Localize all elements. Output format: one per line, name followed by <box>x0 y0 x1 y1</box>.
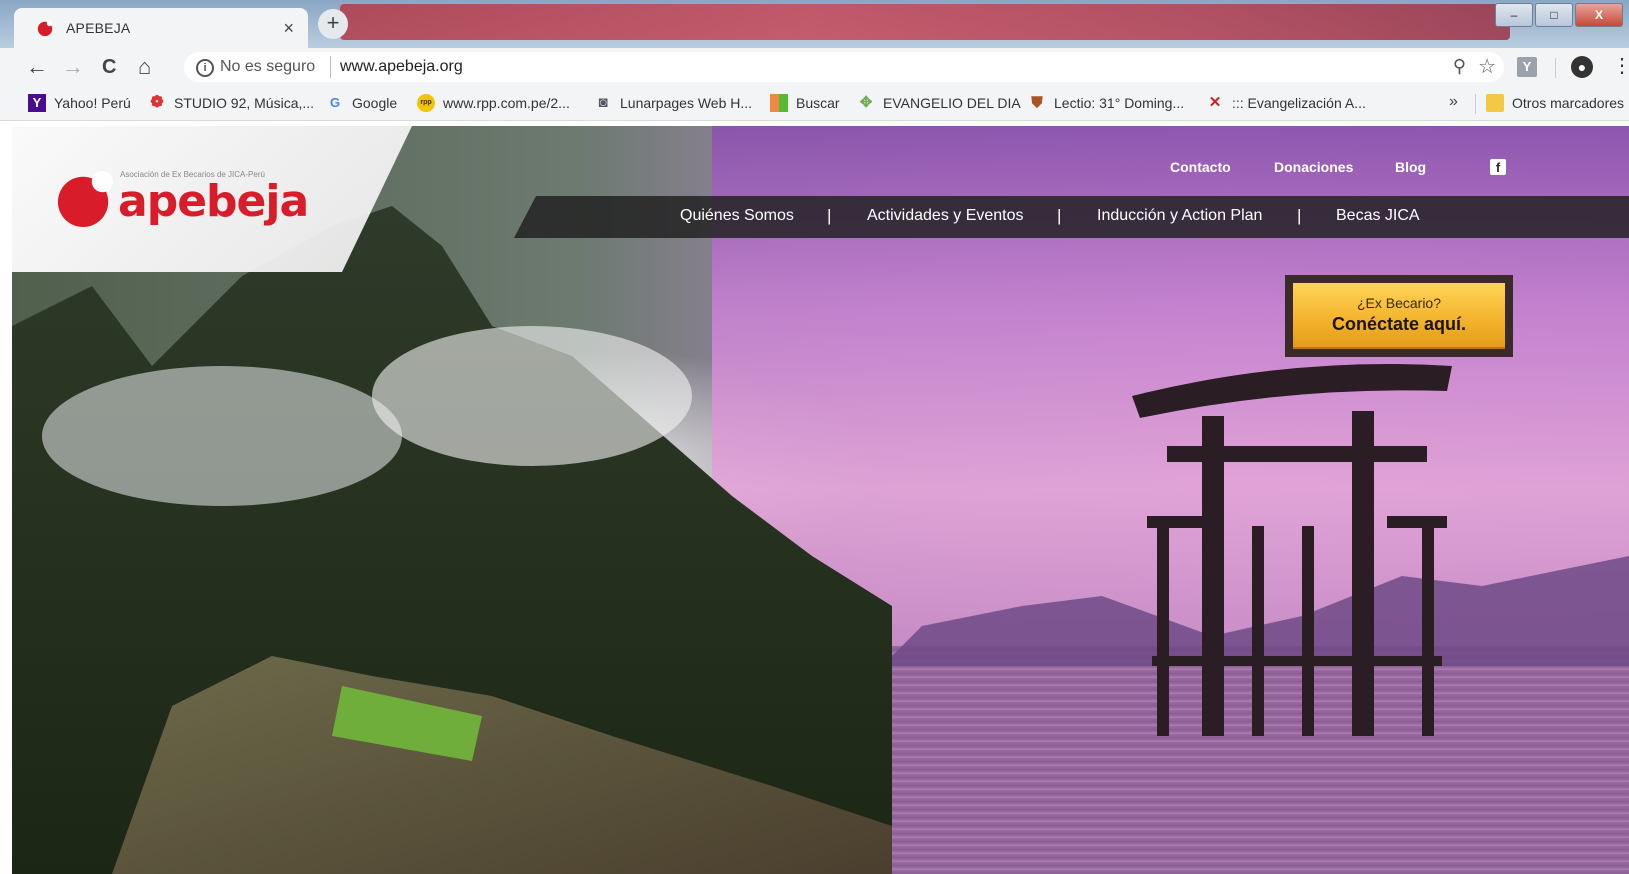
url-text[interactable]: www.apebeja.org <box>340 58 463 76</box>
security-label[interactable]: No es seguro <box>220 58 315 76</box>
cta-frame: ¿Ex Becario? Conéctate aquí. <box>1285 275 1513 357</box>
bookmark-lectio[interactable]: ⛊ Lectio: 31° Doming... <box>1028 94 1184 112</box>
bookmark-evangelizacion[interactable]: ✕ ::: Evangelización A... <box>1206 94 1366 112</box>
bookmark-other-folder[interactable]: Otros marcadores <box>1486 94 1624 112</box>
bookmark-label: Buscar <box>796 95 840 111</box>
main-nav: Quiénes Somos | Actividades y Eventos | … <box>514 196 1629 238</box>
toolbar-separator <box>1555 58 1556 78</box>
bookmark-rpp[interactable]: rpp www.rpp.com.pe/2... <box>417 94 570 112</box>
website-page: Asociación de Ex Becarios de JICA-Perú a… <box>12 126 1629 874</box>
nav-induccion-action-plan[interactable]: Inducción y Action Plan <box>1097 207 1262 225</box>
bookmark-lunarpages[interactable]: ◙ Lunarpages Web H... <box>594 94 752 112</box>
minimize-button[interactable]: – <box>1495 3 1533 27</box>
menu-kebab-icon[interactable]: ⋮ <box>1612 53 1629 78</box>
browser-tab[interactable]: APEBEJA × <box>14 8 308 48</box>
zoom-icon[interactable]: ⚲ <box>1453 56 1466 77</box>
hero-machu-picchu-image <box>12 206 892 874</box>
titlebar-highlight <box>340 4 1510 40</box>
new-tab-button[interactable]: + <box>318 9 348 39</box>
folder-icon <box>1486 94 1504 112</box>
shield-icon: ⛊ <box>1031 94 1043 111</box>
bookmark-evangelio[interactable]: ✥ EVANGELIO DEL DIA <box>857 94 1021 112</box>
bookmark-label: Lectio: 31° Doming... <box>1054 95 1185 111</box>
bookmark-label: Google <box>352 95 398 111</box>
studio92-icon: ❁ <box>150 94 164 111</box>
home-icon[interactable]: ⌂ <box>138 54 151 80</box>
close-window-button[interactable]: X <box>1575 3 1623 27</box>
bookmark-label: Lunarpages Web H... <box>620 95 753 111</box>
google-icon: G <box>329 95 341 110</box>
rpp-icon: rpp <box>417 94 435 112</box>
windows-icon <box>770 94 788 112</box>
cta-main-text: Conéctate aquí. <box>1331 314 1467 334</box>
info-icon[interactable]: i <box>196 59 214 77</box>
connect-here-button[interactable]: ¿Ex Becario? Conéctate aquí. <box>1293 283 1505 349</box>
account-icon[interactable]: ● <box>1571 56 1593 78</box>
bookmark-label: www.rpp.com.pe/2... <box>443 95 570 111</box>
nav-actividades-eventos[interactable]: Actividades y Eventos <box>867 207 1024 225</box>
bookmark-label: Otros marcadores <box>1512 95 1625 111</box>
nav-separator: | <box>827 206 832 225</box>
tab-close-icon[interactable]: × <box>283 18 294 39</box>
bookmarks-separator <box>1475 94 1476 114</box>
browser-titlebar: APEBEJA × + – □ X <box>0 0 1629 48</box>
cta-small-text: ¿Ex Becario? <box>1356 295 1442 311</box>
maximize-button[interactable]: □ <box>1535 3 1573 27</box>
bookmark-studio92[interactable]: ❁ STUDIO 92, Música,... <box>148 94 314 112</box>
reload-icon[interactable]: C <box>102 56 116 79</box>
link-blog[interactable]: Blog <box>1395 159 1426 175</box>
yahoo-icon: Y <box>28 94 46 112</box>
window-controls: – □ X <box>1495 3 1623 27</box>
forward-arrow-icon[interactable]: → <box>62 54 84 80</box>
bookmark-label: ::: Evangelización A... <box>1232 95 1366 111</box>
bookmark-label: EVANGELIO DEL DIA <box>883 95 1021 111</box>
yahoo-extension-icon[interactable]: Y <box>1517 57 1537 77</box>
link-donaciones[interactable]: Donaciones <box>1274 159 1353 175</box>
apebeja-favicon-icon <box>37 20 53 37</box>
nav-separator: | <box>1057 206 1062 225</box>
nav-quienes-somos[interactable]: Quiénes Somos <box>680 207 794 225</box>
link-contacto[interactable]: Contacto <box>1170 159 1231 175</box>
back-arrow-icon[interactable]: ← <box>26 54 48 80</box>
cross-icon: ✥ <box>859 94 873 111</box>
ea-icon: ✕ <box>1208 94 1222 111</box>
bookmark-star-icon[interactable]: ☆ <box>1478 54 1496 79</box>
address-bar[interactable]: i No es seguro www.apebeja.org ⚲ ☆ <box>184 52 1504 82</box>
facebook-icon[interactable]: f <box>1490 159 1506 175</box>
bookmarks-overflow-icon[interactable]: » <box>1449 93 1458 111</box>
bookmark-label: STUDIO 92, Música,... <box>174 95 315 111</box>
address-separator <box>330 56 331 78</box>
logo-wordmark[interactable]: apebeja <box>118 176 309 227</box>
apebeja-logo-icon[interactable] <box>56 170 114 228</box>
bookmarks-bar: Y Yahoo! Perú ❁ STUDIO 92, Música,... G … <box>0 86 1629 121</box>
hero-torii-gate-image <box>1132 364 1452 736</box>
bookmark-buscar[interactable]: Buscar <box>770 94 840 112</box>
bookmark-yahoo[interactable]: Y Yahoo! Perú <box>28 94 131 112</box>
tab-title: APEBEJA <box>66 20 131 36</box>
bookmark-label: Yahoo! Perú <box>54 95 131 111</box>
lunarpages-icon: ◙ <box>598 94 608 111</box>
bookmark-google[interactable]: G Google <box>326 94 397 112</box>
nav-becas-jica[interactable]: Becas JICA <box>1336 207 1420 225</box>
nav-separator: | <box>1297 206 1302 225</box>
browser-toolbar: ← → C ⌂ i No es seguro www.apebeja.org ⚲… <box>0 48 1629 86</box>
